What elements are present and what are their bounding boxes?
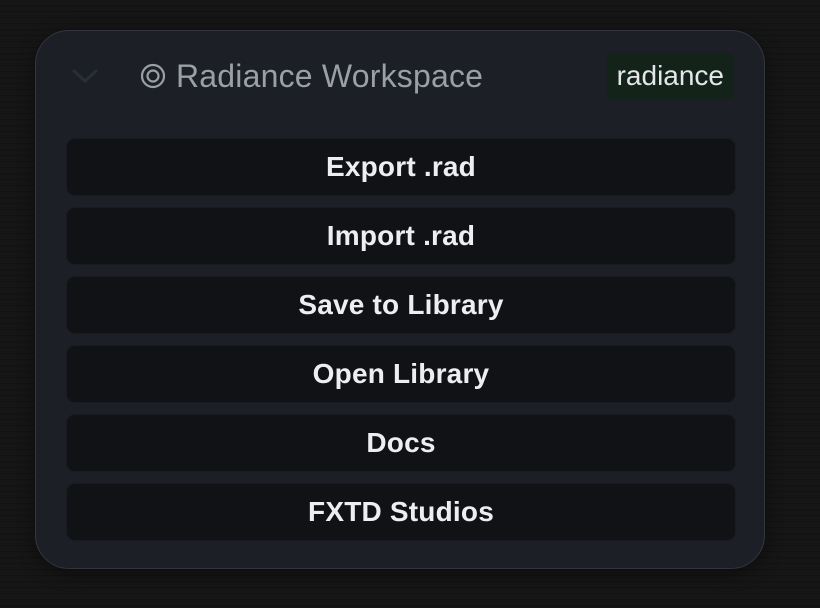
namespace-badge: radiance — [606, 53, 734, 99]
fxtd-studios-button[interactable]: FXTD Studios — [66, 483, 736, 541]
export-rad-button[interactable]: Export .rad — [66, 138, 736, 196]
panel-header: Radiance Workspace radiance — [36, 31, 764, 123]
action-list: Export .rad Import .rad Save to Library … — [66, 138, 736, 541]
target-icon — [140, 63, 166, 89]
chevron-down-icon — [72, 69, 98, 83]
panel-title: Radiance Workspace — [176, 57, 484, 94]
open-library-button[interactable]: Open Library — [66, 345, 736, 403]
import-rad-button[interactable]: Import .rad — [66, 207, 736, 265]
panel-title-group: Radiance Workspace — [140, 56, 483, 96]
docs-button[interactable]: Docs — [66, 414, 736, 472]
collapse-toggle[interactable] — [70, 61, 100, 91]
save-to-library-button[interactable]: Save to Library — [66, 276, 736, 334]
radiance-workspace-panel: Radiance Workspace radiance Export .rad … — [35, 30, 765, 569]
